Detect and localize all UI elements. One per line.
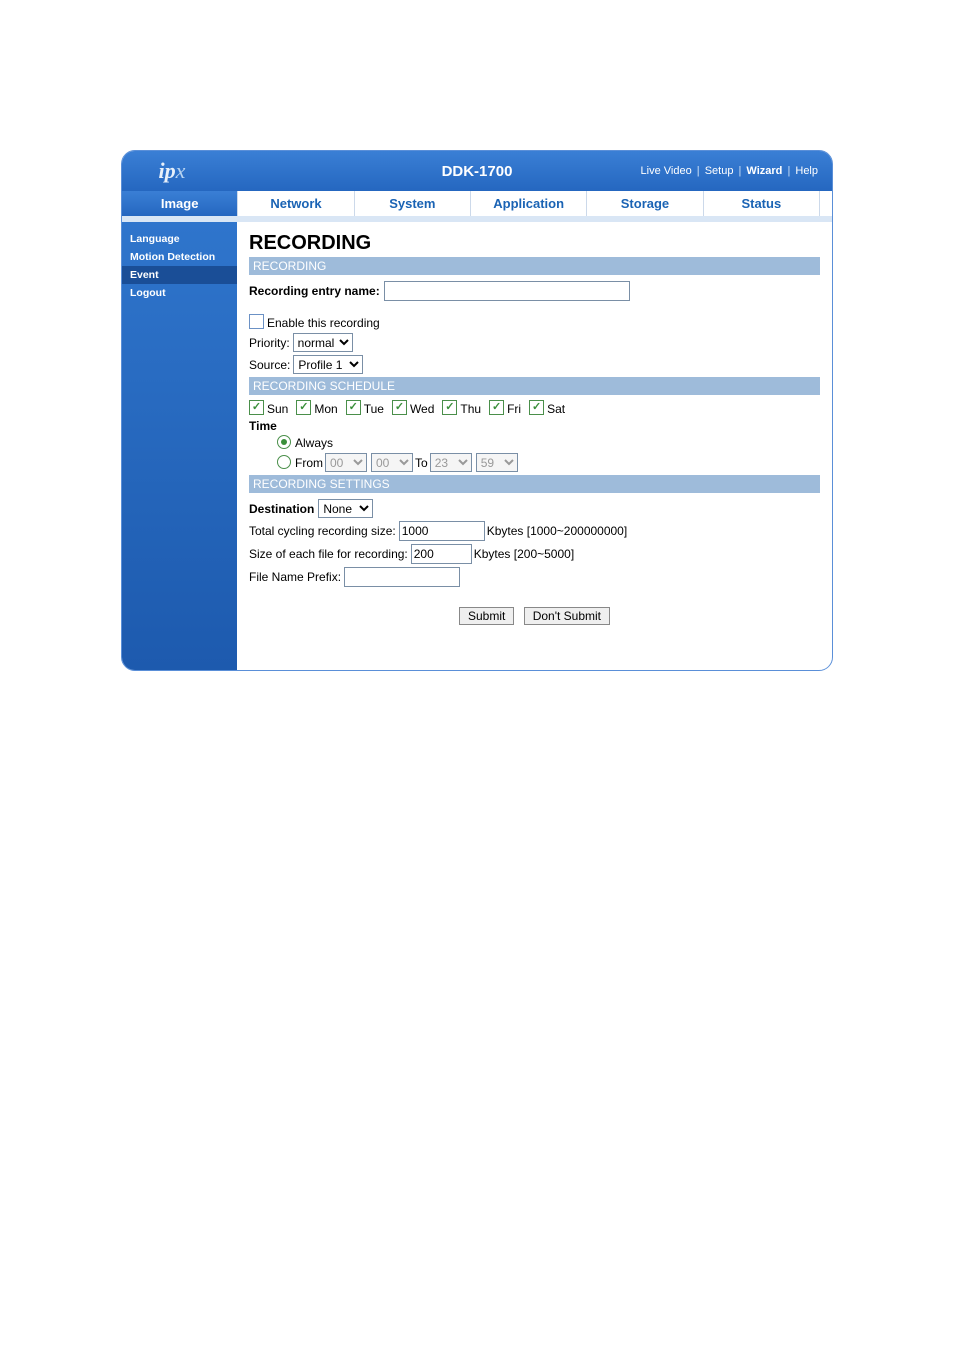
label-priority: Priority:: [249, 336, 290, 350]
separator: |: [739, 165, 742, 177]
label-source: Source:: [249, 358, 290, 372]
tab-status[interactable]: Status: [704, 191, 820, 216]
label-to: To: [415, 456, 428, 470]
row-enable: Enable this recording: [249, 315, 820, 330]
radio-from[interactable]: [277, 455, 291, 469]
row-priority: Priority: normal: [249, 333, 820, 352]
radio-always[interactable]: [277, 435, 291, 449]
select-from-hh[interactable]: 00: [325, 453, 367, 472]
select-priority[interactable]: normal: [293, 333, 353, 352]
row-each-size: Size of each file for recording: Kbytes …: [249, 544, 820, 564]
label-thu: Thu: [460, 402, 481, 416]
select-source[interactable]: Profile 1: [293, 355, 363, 374]
label-wed: Wed: [410, 402, 434, 416]
row-prefix: File Name Prefix:: [249, 567, 820, 587]
label-entry-name: Recording entry name:: [249, 284, 380, 298]
row-days: Sun Mon Tue Wed Thu Fri Sat: [249, 401, 820, 416]
label-each-size: Size of each file for recording:: [249, 547, 408, 561]
select-from-mm[interactable]: 00: [371, 453, 413, 472]
row-always: Always: [249, 436, 820, 450]
checkbox-sat[interactable]: [529, 400, 544, 415]
tab-network[interactable]: Network: [238, 191, 354, 216]
select-to-mm[interactable]: 59: [476, 453, 518, 472]
label-time: Time: [249, 419, 820, 433]
select-to-hh[interactable]: 23: [430, 453, 472, 472]
label-always: Always: [295, 436, 333, 450]
label-each-unit: Kbytes [200~5000]: [474, 547, 574, 561]
label-total-size: Total cycling recording size:: [249, 524, 396, 538]
device-title: DDK-1700: [442, 163, 513, 180]
label-total-unit: Kbytes [1000~200000000]: [487, 524, 627, 538]
checkbox-wed[interactable]: [392, 400, 407, 415]
sidebar-item-language[interactable]: Language: [122, 230, 237, 248]
header-bar: ipx DDK-1700 Live Video | Setup | Wizard…: [122, 151, 832, 191]
select-destination[interactable]: None: [318, 499, 373, 518]
input-entry-name[interactable]: [384, 281, 630, 301]
checkbox-mon[interactable]: [296, 400, 311, 415]
app-window: ipx DDK-1700 Live Video | Setup | Wizard…: [121, 150, 833, 671]
body-area: Language Motion Detection Event Logout R…: [122, 222, 832, 670]
tab-application[interactable]: Application: [471, 191, 587, 216]
row-from-to: From 00 00 To 23 59: [249, 453, 820, 472]
label-prefix: File Name Prefix:: [249, 570, 341, 584]
tab-bar: Image Network System Application Storage…: [122, 191, 832, 222]
sidebar-item-logout[interactable]: Logout: [122, 284, 237, 302]
checkbox-thu[interactable]: [442, 400, 457, 415]
tab-system[interactable]: System: [355, 191, 471, 216]
row-total-size: Total cycling recording size: Kbytes [10…: [249, 521, 820, 541]
tab-storage[interactable]: Storage: [587, 191, 703, 216]
label-sun: Sun: [267, 402, 288, 416]
separator: |: [697, 165, 700, 177]
label-mon: Mon: [314, 402, 337, 416]
checkbox-tue[interactable]: [346, 400, 361, 415]
label-tue: Tue: [364, 402, 384, 416]
input-prefix[interactable]: [344, 567, 460, 587]
content-panel: RECORDING RECORDING Recording entry name…: [237, 222, 832, 670]
input-each-size[interactable]: [411, 544, 472, 564]
checkbox-fri[interactable]: [489, 400, 504, 415]
link-help[interactable]: Help: [795, 165, 818, 177]
label-fri: Fri: [507, 402, 521, 416]
input-total-size[interactable]: [399, 521, 485, 541]
button-row: Submit Don't Submit: [249, 607, 820, 625]
header-links: Live Video | Setup | Wizard | Help: [641, 165, 818, 177]
sidebar: Language Motion Detection Event Logout: [122, 222, 237, 670]
dont-submit-button[interactable]: Don't Submit: [524, 607, 610, 625]
checkbox-enable-recording[interactable]: [249, 314, 264, 329]
sidebar-item-event[interactable]: Event: [122, 266, 237, 284]
row-destination: Destination None: [249, 499, 820, 518]
section-settings: RECORDING SETTINGS: [249, 475, 820, 493]
label-enable-recording: Enable this recording: [267, 316, 380, 330]
section-recording: RECORDING: [249, 257, 820, 275]
label-from: From: [295, 456, 323, 470]
tab-image[interactable]: Image: [122, 191, 238, 216]
tab-spacer: [820, 191, 832, 216]
link-setup[interactable]: Setup: [705, 165, 734, 177]
link-wizard[interactable]: Wizard: [746, 165, 782, 177]
brand-logo: ipx: [122, 158, 222, 184]
label-sat: Sat: [547, 402, 565, 416]
separator: |: [787, 165, 790, 177]
checkbox-sun[interactable]: [249, 400, 264, 415]
label-destination: Destination: [249, 502, 314, 516]
row-entry-name: Recording entry name:: [249, 281, 820, 301]
link-live-video[interactable]: Live Video: [641, 165, 692, 177]
sidebar-item-motion-detection[interactable]: Motion Detection: [122, 248, 237, 266]
page-title: RECORDING: [249, 232, 820, 255]
section-schedule: RECORDING SCHEDULE: [249, 377, 820, 395]
submit-button[interactable]: Submit: [459, 607, 514, 625]
row-source: Source: Profile 1: [249, 355, 820, 374]
